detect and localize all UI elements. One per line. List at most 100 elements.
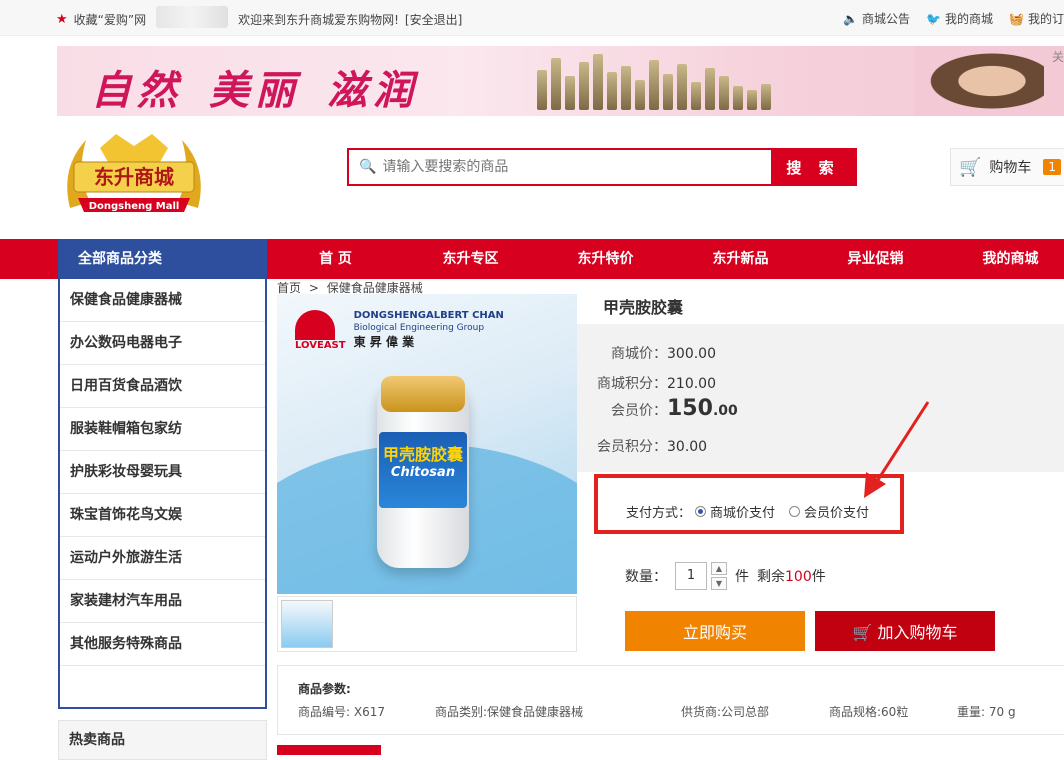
- buy-now-button[interactable]: 立即购买: [625, 611, 805, 651]
- add-to-cart-label: 加入购物车: [877, 623, 958, 642]
- quantity-unit: 件: [735, 569, 749, 585]
- star-icon: ★: [56, 11, 68, 27]
- quantity-down-icon[interactable]: ▼: [711, 577, 727, 590]
- category-item[interactable]: 服装鞋帽箱包家纺: [60, 408, 265, 451]
- speaker-icon: 🔈: [843, 12, 859, 26]
- nav-cross-promo[interactable]: 异业促销: [808, 239, 943, 279]
- details-tab[interactable]: [277, 745, 381, 755]
- welcome-text: 欢迎来到东升商城爱东购物网!: [238, 12, 399, 27]
- quantity-up-icon[interactable]: ▲: [711, 562, 727, 575]
- stock-count: 100: [785, 569, 812, 585]
- slogan-2: 美丽: [209, 67, 301, 114]
- product-params: 商品参数: 商品编号: X617 商品类别:保健食品健康器械 供货商:公司总部 …: [277, 665, 1064, 735]
- radio-member-price[interactable]: [789, 506, 801, 517]
- search-input-wrap: 🔍: [349, 150, 771, 184]
- quantity-input[interactable]: 1: [675, 562, 707, 590]
- product-main-image[interactable]: LOVEAST DONGSHENGALBERT CHAN Biological …: [277, 294, 577, 594]
- param-spec: 商品规格:60粒: [829, 705, 909, 719]
- category-item[interactable]: 家装建材汽车用品: [60, 580, 265, 623]
- cart-icon: 🛒: [852, 623, 878, 642]
- product-brand: LOVEAST DONGSHENGALBERT CHAN Biological …: [295, 310, 504, 352]
- stock-info: 剩余100件: [757, 566, 826, 586]
- search-input[interactable]: [382, 159, 743, 175]
- search-button[interactable]: 搜 索: [771, 150, 855, 184]
- payment-option-member[interactable]: 会员价支付: [804, 502, 869, 521]
- announcement-link[interactable]: 🔈 商城公告: [843, 10, 910, 27]
- breadcrumb-separator: >: [308, 281, 319, 295]
- all-categories-button[interactable]: 全部商品分类: [58, 239, 267, 279]
- brand-name-cn: 東 昇 偉 業: [353, 335, 415, 349]
- banner-products-image: [537, 54, 771, 110]
- slogan-3: 滋润: [327, 67, 419, 114]
- member-price-dec: .00: [712, 403, 738, 419]
- logo-en-text: Dongsheng Mall: [89, 201, 180, 212]
- breadcrumb-home[interactable]: 首页: [277, 281, 301, 295]
- member-price-row: 会员价： 150.00: [611, 396, 738, 421]
- logo-graphic: 东升商城 Dongsheng Mall: [67, 134, 201, 212]
- category-item[interactable]: 珠宝首饰花鸟文娱: [60, 494, 265, 537]
- member-price-int: 150: [667, 396, 713, 421]
- nav-home[interactable]: 首 页: [268, 239, 403, 279]
- logo-cn-text: 东升商城: [94, 165, 174, 189]
- member-points-row: 会员积分：30.00: [597, 436, 707, 456]
- payment-option-mall[interactable]: 商城价支付: [710, 502, 775, 521]
- mall-points-label: 商城积分：: [597, 376, 667, 392]
- cart-count-badge: 1: [1043, 159, 1062, 175]
- my-orders-link[interactable]: 🧺 我的订: [1009, 10, 1064, 27]
- stock-unit: 件: [811, 569, 826, 585]
- category-item[interactable]: 日用百货食品酒饮: [60, 365, 265, 408]
- site-logo[interactable]: 东升商城 Dongsheng Mall: [56, 128, 212, 226]
- thumbnail-image[interactable]: [281, 600, 333, 648]
- cart-label: 购物车: [989, 160, 1032, 176]
- banner-slogan: 自然 美丽 滋润: [91, 58, 445, 116]
- promo-banner[interactable]: 自然 美丽 滋润 关: [57, 46, 1064, 116]
- param-supplier: 供货商:公司总部: [681, 705, 770, 719]
- my-mall-label: 我的商城: [945, 12, 994, 26]
- my-orders-label: 我的订: [1027, 12, 1064, 26]
- hot-products-title: 热卖商品: [58, 720, 267, 760]
- bottle-cap: [381, 376, 465, 412]
- mall-points-value: 210.00: [667, 376, 716, 392]
- nav-specials[interactable]: 东升特价: [538, 239, 673, 279]
- favorite-link[interactable]: 收藏“爱购”网: [74, 11, 146, 28]
- price-box: 商城价：300.00 商城积分：210.00 会员价： 150.00 会员积分：…: [577, 324, 1064, 472]
- banner-close[interactable]: 关: [1052, 48, 1064, 65]
- param-weight: 重量: 70 g: [957, 705, 1016, 719]
- product-title: 甲壳胺胶囊: [603, 298, 684, 317]
- add-to-cart-button[interactable]: 🛒 加入购物车: [815, 611, 995, 651]
- announcement-label: 商城公告: [862, 12, 911, 26]
- param-category: 商品类别:保健食品健康器械: [435, 705, 584, 719]
- category-item[interactable]: 其他服务特殊商品: [60, 623, 265, 666]
- nav-my-mall[interactable]: 我的商城: [943, 239, 1064, 279]
- brand-name-en: DONGSHENGALBERT CHAN: [353, 310, 504, 321]
- brand-group-en: Biological Engineering Group: [353, 323, 485, 333]
- nav-new-products[interactable]: 东升新品: [673, 239, 808, 279]
- payment-label: 支付方式：: [626, 506, 692, 521]
- mall-price-value: 300.00: [667, 346, 716, 362]
- bottle-label-cn: 甲壳胺胶囊: [382, 445, 463, 464]
- my-mall-link[interactable]: 🐦 我的商城: [926, 10, 993, 27]
- mall-price-label: 商城价：: [611, 346, 667, 362]
- radio-mall-price[interactable]: [695, 506, 707, 517]
- member-points-label: 会员积分：: [597, 439, 667, 455]
- model-face-image: [914, 46, 1044, 116]
- main-nav: 全部商品分类 首 页 东升专区 东升特价 东升新品 异业促销 我的商城: [0, 239, 1064, 279]
- stock-prefix: 剩余: [757, 569, 785, 585]
- quantity-stepper: ▲ ▼: [711, 562, 727, 590]
- logout-link[interactable]: [安全退出]: [405, 11, 462, 28]
- category-item[interactable]: 护肤彩妆母婴玩具: [60, 451, 265, 494]
- cart-icon: 🛒: [959, 156, 982, 178]
- nav-dongsheng-zone[interactable]: 东升专区: [403, 239, 538, 279]
- payment-method-box: 支付方式： 商城价支付 会员价支付: [594, 474, 904, 534]
- member-points-value: 30.00: [667, 439, 708, 455]
- category-item[interactable]: 运动户外旅游生活: [60, 537, 265, 580]
- category-item[interactable]: 保健食品健康器械: [60, 279, 265, 322]
- bottle-label-en: Chitosan: [390, 465, 456, 480]
- username-blurred: [156, 6, 229, 28]
- mall-points-row: 商城积分：210.00: [597, 373, 716, 393]
- breadcrumb-current[interactable]: 保健食品健康器械: [327, 281, 423, 295]
- param-code: 商品编号: X617: [298, 705, 385, 719]
- category-sidebar: 保健食品健康器械 办公数码电器电子 日用百货食品酒饮 服装鞋帽箱包家纺 护肤彩妆…: [58, 279, 267, 709]
- cart-button[interactable]: 🛒 购物车 1: [950, 148, 1064, 186]
- category-item[interactable]: 办公数码电器电子: [60, 322, 265, 365]
